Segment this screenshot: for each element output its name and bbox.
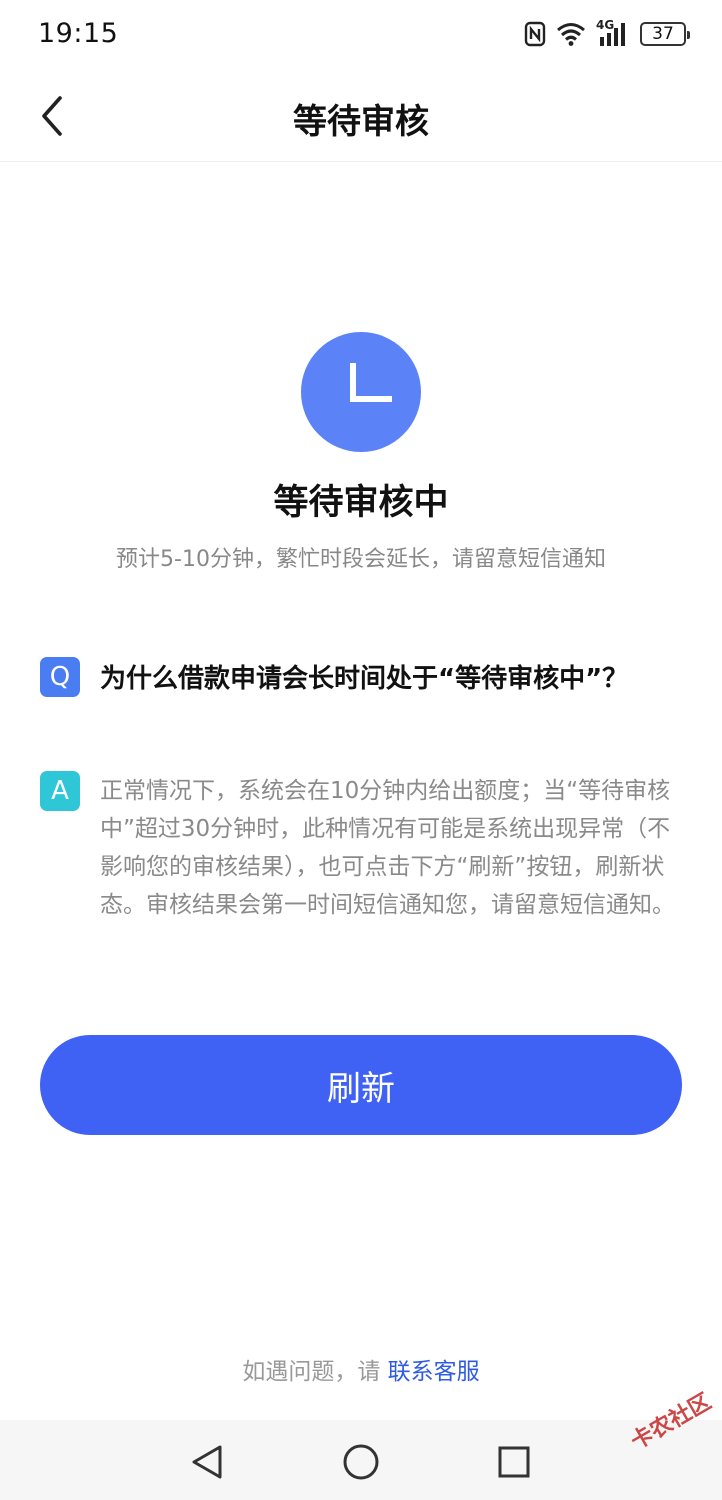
status-bar: 19:15 4G 37 [0, 0, 722, 70]
nav-bar: 等待审核 [0, 70, 722, 162]
page-title: 等待审核 [293, 102, 429, 142]
question-badge: Q [40, 657, 80, 697]
faq-answer: 正常情况下，系统会在10分钟内给出额度；当“等待审核中”超过30分钟时，此种情况… [100, 778, 675, 918]
refresh-button[interactable]: 刷新 [40, 1035, 682, 1135]
home-circle-icon[interactable] [339, 1440, 383, 1484]
wifi-icon [556, 22, 586, 46]
status-icons: 4G 37 [524, 18, 690, 48]
battery-level: 37 [652, 24, 674, 44]
footer-help: 如遇问题，请 联系客服 [0, 1352, 722, 1386]
status-subtitle: 预计5-10分钟，繁忙时段会延长，请留意短信通知 [116, 547, 606, 572]
nfc-icon [524, 21, 546, 47]
recents-square-icon[interactable] [492, 1440, 536, 1484]
status-heading: 等待审核中 [273, 483, 449, 523]
battery-icon: 37 [640, 22, 690, 46]
clock-icon [301, 332, 421, 452]
status-time: 19:15 [38, 18, 119, 49]
footer-prefix: 如遇问题，请 [242, 1359, 388, 1385]
answer-badge: A [40, 771, 80, 811]
contact-support-link[interactable]: 联系客服 [388, 1359, 480, 1385]
faq-question: 为什么借款申请会长时间处于“等待审核中”？ [100, 664, 629, 694]
back-triangle-icon[interactable] [185, 1440, 229, 1484]
signal-icon: 4G [596, 18, 630, 47]
system-nav-bar [0, 1420, 722, 1500]
